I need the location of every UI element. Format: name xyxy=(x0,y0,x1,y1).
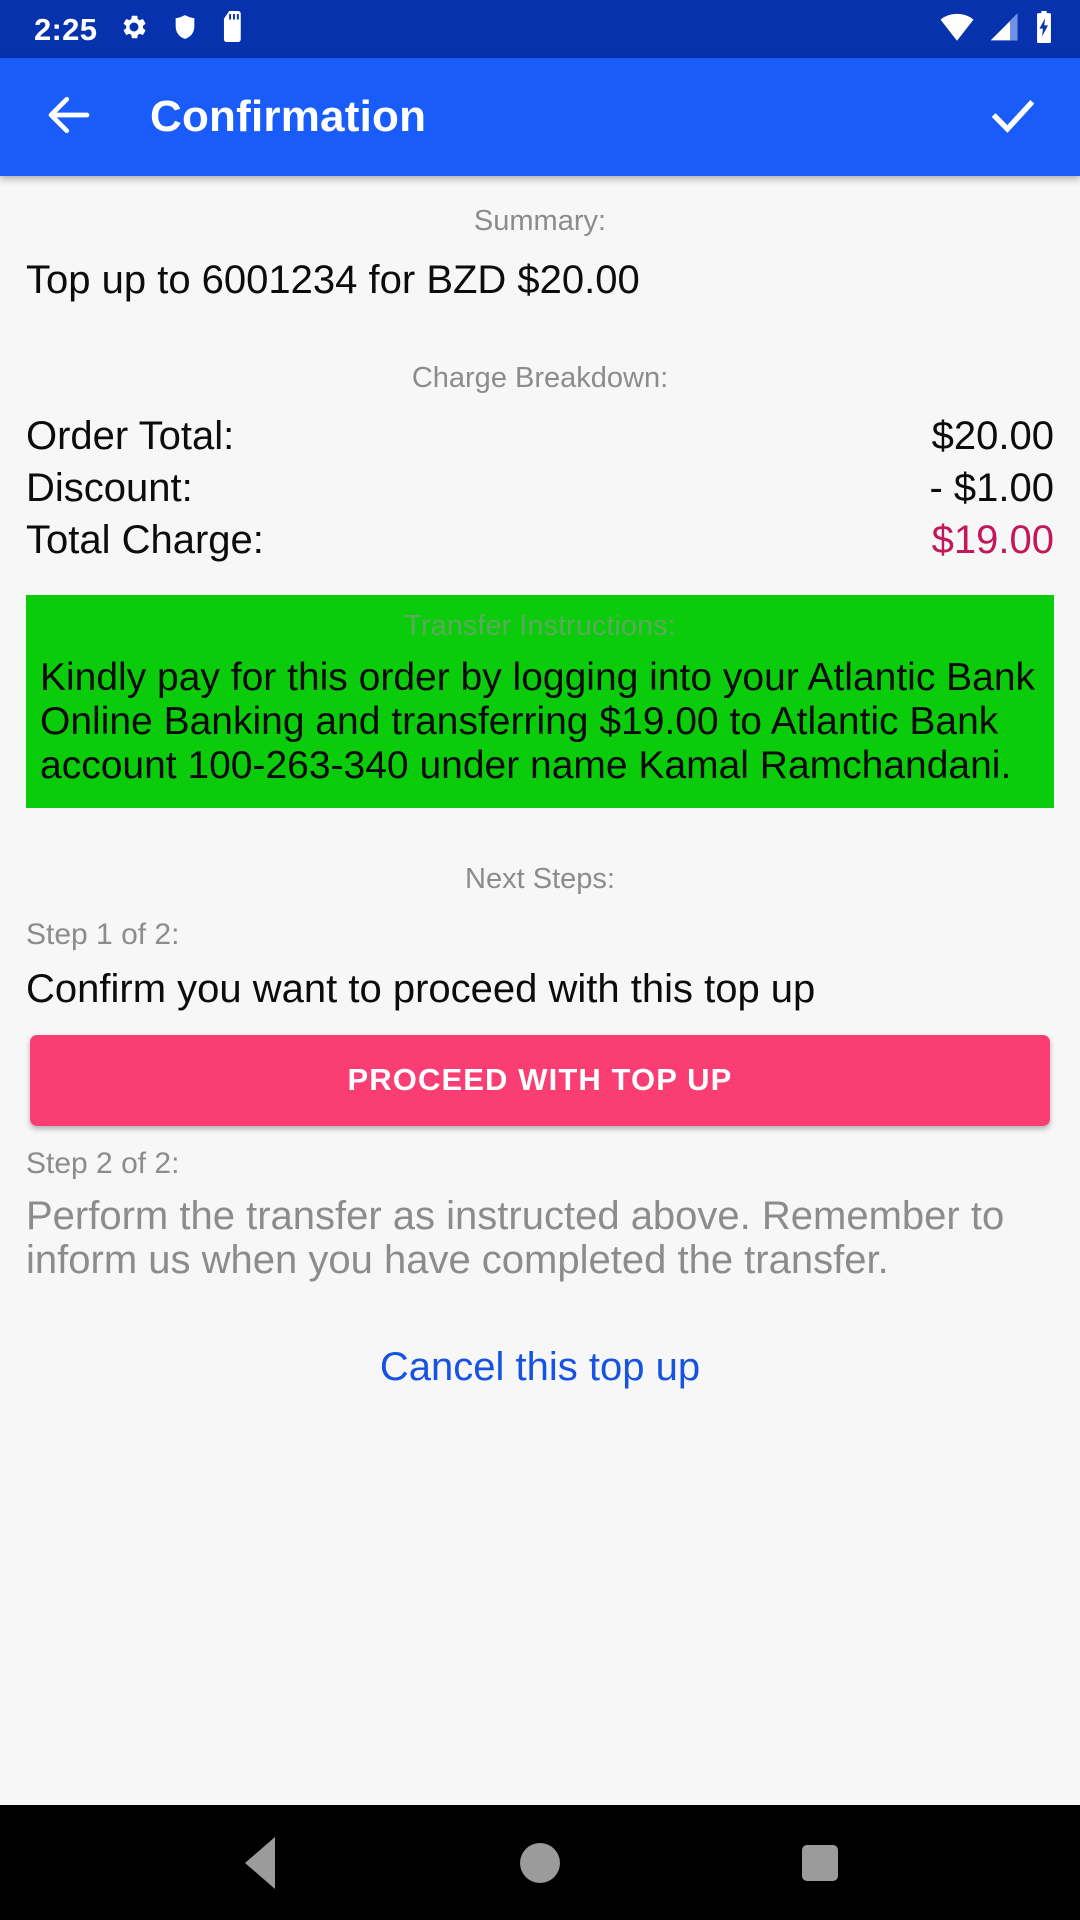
nav-back-button[interactable] xyxy=(215,1818,305,1908)
table-row: Total Charge: $19.00 xyxy=(26,514,1054,566)
android-nav-bar xyxy=(0,1805,1080,1920)
total-charge-label: Total Charge: xyxy=(26,518,264,563)
discount-label: Discount: xyxy=(26,465,193,510)
status-bar: 2:25 xyxy=(0,0,1080,58)
shield-icon xyxy=(171,12,199,47)
status-bar-right xyxy=(940,10,1054,48)
next-steps-label: Next Steps: xyxy=(465,862,615,895)
phone-screen: 2:25 Confirmation Summary: Top up to 600… xyxy=(0,0,1080,1920)
nav-recents-button[interactable] xyxy=(775,1818,865,1908)
total-charge-value: $19.00 xyxy=(931,518,1054,563)
status-time: 2:25 xyxy=(34,11,98,47)
back-button[interactable] xyxy=(38,86,100,148)
triangle-back-icon xyxy=(245,1836,275,1889)
discount-value: - $1.00 xyxy=(929,465,1054,510)
arrow-left-icon xyxy=(42,88,96,147)
step-2-text: Perform the transfer as instructed above… xyxy=(26,1193,1005,1283)
app-bar: Confirmation xyxy=(0,58,1080,176)
table-row: Order Total: $20.00 xyxy=(26,410,1054,462)
transfer-instructions-heading: Transfer Instructions: xyxy=(404,609,676,642)
charge-breakdown-table: Order Total: $20.00 Discount: - $1.00 To… xyxy=(26,410,1054,567)
confirm-button[interactable] xyxy=(980,84,1046,150)
step-1-label: Step 1 of 2: xyxy=(26,917,180,951)
cellular-signal-icon xyxy=(988,12,1020,47)
circle-home-icon xyxy=(520,1842,560,1883)
transfer-instructions-card: Transfer Instructions: Kindly pay for th… xyxy=(26,594,1054,808)
square-recents-icon xyxy=(802,1844,838,1881)
sd-card-icon xyxy=(221,11,245,47)
status-bar-left: 2:25 xyxy=(34,11,245,47)
order-total-label: Order Total: xyxy=(26,413,235,458)
wifi-icon xyxy=(940,12,974,47)
step-1-text: Confirm you want to proceed with this to… xyxy=(26,966,816,1011)
order-total-value: $20.00 xyxy=(931,413,1054,458)
summary-label: Summary: xyxy=(473,205,607,237)
page-title: Confirmation xyxy=(150,92,427,141)
charge-breakdown-label: Charge Breakdown: xyxy=(411,361,669,394)
nav-home-button[interactable] xyxy=(495,1818,585,1908)
gear-icon xyxy=(119,12,149,47)
transfer-instructions-body: Kindly pay for this order by logging int… xyxy=(40,655,1036,787)
battery-charging-icon xyxy=(1034,10,1054,48)
summary-text: Top up to 6001234 for BZD $20.00 xyxy=(26,257,640,302)
step-2-label: Step 2 of 2: xyxy=(26,1146,180,1180)
cancel-top-up-link[interactable]: Cancel this top up xyxy=(26,1343,1054,1391)
table-row: Discount: - $1.00 xyxy=(26,462,1054,514)
proceed-with-top-up-button[interactable]: PROCEED WITH TOP UP xyxy=(30,1034,1050,1126)
check-icon xyxy=(985,87,1041,148)
content-area: Summary: Top up to 6001234 for BZD $20.0… xyxy=(0,176,1080,1805)
